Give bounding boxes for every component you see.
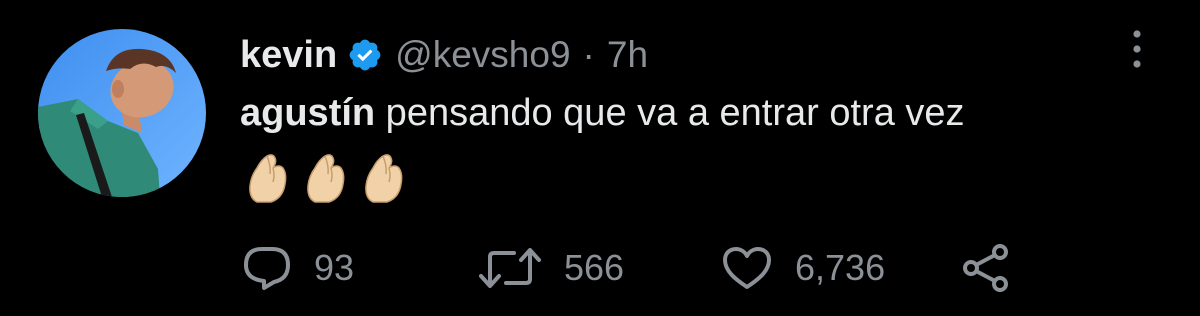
pinched-fingers-emoji xyxy=(365,154,403,203)
author-handle[interactable]: @kevsho9 xyxy=(395,34,570,76)
retweet-button[interactable]: 566 xyxy=(478,240,624,296)
tweet-actions: 93 566 6,736 xyxy=(0,240,1200,296)
emoji-row xyxy=(243,152,409,204)
retweet-icon xyxy=(479,248,541,288)
reply-button[interactable]: 93 xyxy=(242,240,354,296)
pinched-fingers-emoji xyxy=(307,154,345,203)
verified-badge-icon xyxy=(347,37,383,73)
reply-count: 93 xyxy=(314,247,355,288)
share-button[interactable] xyxy=(960,240,1012,296)
share-icon xyxy=(963,244,1008,292)
like-icon xyxy=(723,247,771,289)
tweet-text: agustín pensando que va a entrar otra ve… xyxy=(240,92,965,135)
tweet-header: kevin @kevsho9 · 7h xyxy=(240,30,648,80)
header-separator: · xyxy=(582,34,595,75)
more-vertical-icon[interactable] xyxy=(1122,28,1152,70)
tweet-timestamp[interactable]: 7h xyxy=(607,34,648,76)
like-button[interactable]: 6,736 xyxy=(721,240,885,296)
like-count: 6,736 xyxy=(795,247,886,288)
avatar[interactable] xyxy=(38,29,206,197)
author-display-name[interactable]: kevin xyxy=(240,34,337,77)
pinched-fingers-emoji xyxy=(249,154,287,203)
tweet-body: pensando que va a entrar otra vez xyxy=(375,92,965,134)
reply-icon xyxy=(244,247,290,290)
mention-link[interactable]: agustín xyxy=(240,92,375,134)
retweet-count: 566 xyxy=(564,247,625,288)
tweet[interactable]: kevin @kevsho9 · 7h agustín pensando que… xyxy=(0,0,1200,316)
